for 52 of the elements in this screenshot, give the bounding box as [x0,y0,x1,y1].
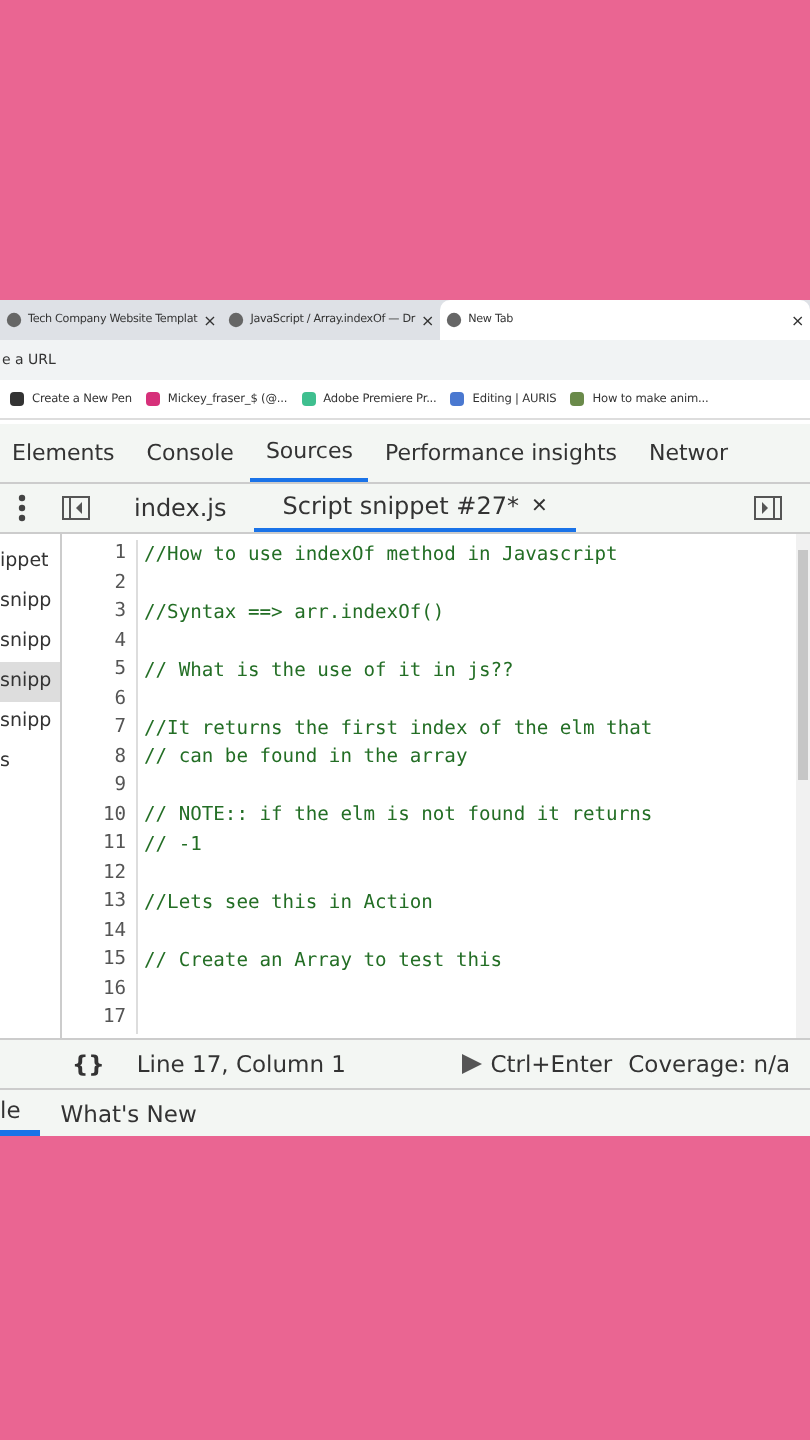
snippet-item[interactable]: snipp [0,582,60,622]
scrollbar[interactable] [796,534,810,1038]
line-number: 11 [62,830,138,859]
code-line: //It returns the first index of the elm that [142,717,653,740]
line-number: 17 [62,1004,138,1033]
coverage-label: Coverage: n/a [628,1050,790,1078]
snippet-item[interactable]: snipp [0,702,60,742]
line-number: 2 [62,569,138,598]
code-line: //Syntax ==> arr.indexOf() [142,601,445,624]
devtools-tab[interactable]: Elements [0,424,131,482]
line-number: 1 [62,540,138,569]
snippet-item[interactable]: snipp [0,622,60,662]
more-icon[interactable] [18,494,26,522]
close-icon[interactable]: × [421,311,435,329]
line-number: 14 [62,917,138,946]
line-number: 6 [62,685,138,714]
close-icon[interactable]: ✕ [531,495,548,517]
snippet-item[interactable]: s [0,742,60,782]
code-line: // -1 [142,833,202,856]
code-line: // What is the use of it in js?? [142,659,514,682]
line-number: 3 [62,598,138,627]
devtools-tab[interactable]: Performance insights [368,424,633,482]
line-number: 9 [62,772,138,801]
line-number: 16 [62,975,138,1004]
run-button[interactable]: Ctrl+Enter [462,1050,613,1078]
code-line: //How to use indexOf method in Javascript [142,543,618,566]
devtools-tab[interactable]: Console [130,424,250,482]
play-icon [462,1054,483,1074]
line-number: 5 [62,656,138,685]
line-number: 15 [62,946,138,975]
line-number: 13 [62,888,138,917]
line-number: 8 [62,743,138,772]
code-line: // Create an Array to test this [142,949,503,972]
sidebar-toggle-icon[interactable] [62,496,90,520]
drawer-tab[interactable]: What's New [40,1090,217,1136]
cursor-position: Line 17, Column 1 [136,1050,346,1078]
format-button[interactable]: {} [72,1050,105,1078]
line-number: 10 [62,801,138,830]
snippet-item[interactable]: ippet [0,542,60,582]
line-number: 7 [62,714,138,743]
close-icon[interactable]: × [203,311,217,329]
line-number: 4 [62,627,138,656]
devtools-tab[interactable]: Networ [632,424,745,482]
line-number: 12 [62,859,138,888]
close-icon[interactable]: × [790,311,804,329]
file-tab[interactable]: index.js [106,484,255,532]
snippet-item[interactable]: snipp [0,662,60,702]
code-line: //Lets see this in Action [142,891,433,914]
code-line: // NOTE:: if the elm is not found it returns [142,804,653,827]
file-tab[interactable]: Script snippet #27* ✕ [254,484,576,532]
code-line: // can be found in the array [142,746,468,769]
panel-toggle-icon[interactable] [754,496,782,520]
